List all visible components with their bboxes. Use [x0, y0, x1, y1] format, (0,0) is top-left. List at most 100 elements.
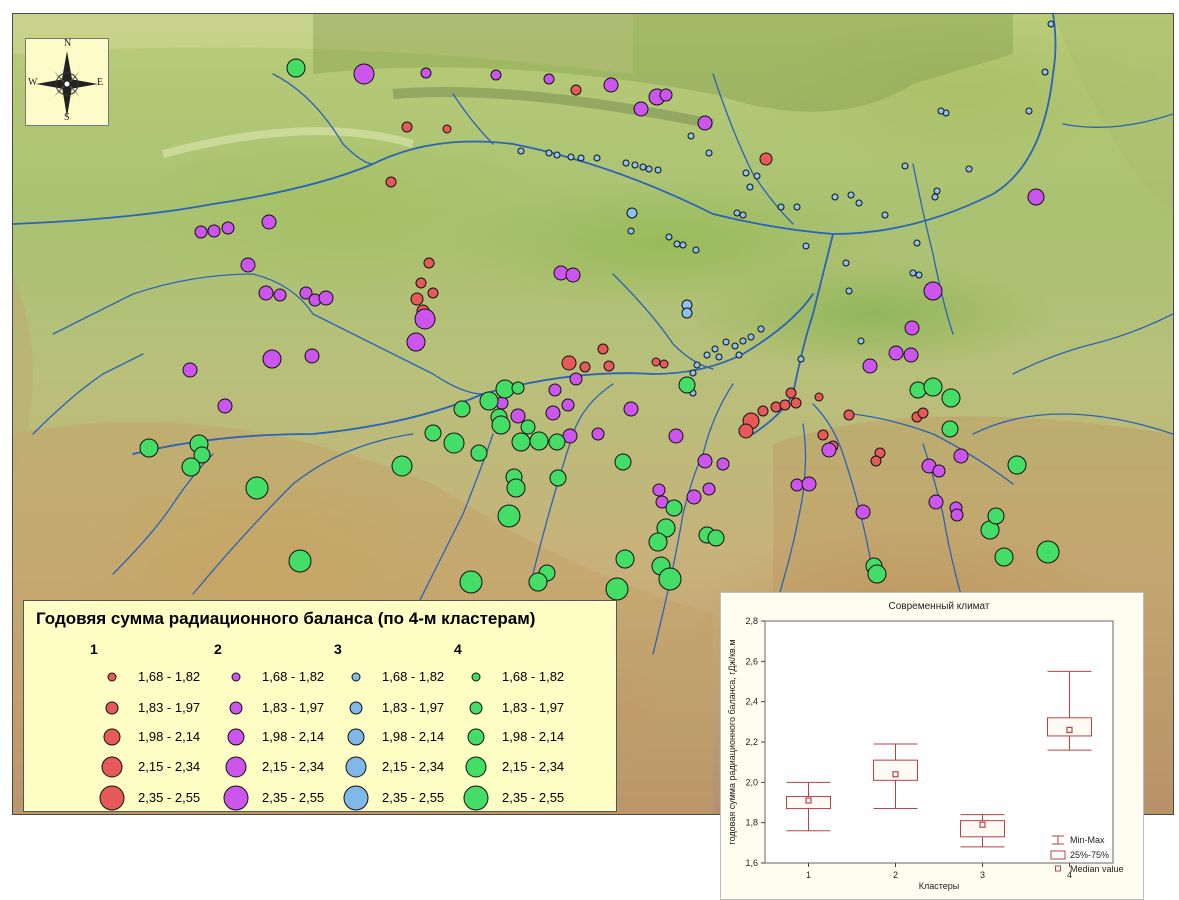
station-marker — [678, 376, 696, 394]
map-legend: Годовяя сумма радиационного баланса (по … — [23, 600, 617, 812]
legend-symbol — [347, 728, 365, 746]
station-marker — [245, 476, 269, 500]
station-marker — [648, 532, 668, 552]
legend-class-label: 1,68 - 1,82 — [502, 669, 565, 684]
station-marker — [423, 257, 435, 269]
station-marker — [194, 225, 208, 239]
station-marker — [739, 337, 747, 345]
station-marker — [528, 572, 548, 592]
station-marker — [615, 549, 635, 569]
station-marker — [923, 281, 943, 301]
y-tick-label: 2,4 — [745, 697, 758, 707]
station-marker — [459, 570, 483, 594]
station-marker — [605, 577, 629, 601]
station-marker — [707, 529, 725, 547]
legend-symbol — [103, 728, 121, 746]
station-marker — [1047, 20, 1055, 28]
boxplot-panel: Современный климат 1,6 1,8 2,0 2,2 2,4 2,6 2,8 г… — [720, 592, 1144, 900]
station-marker — [520, 419, 536, 435]
x-tick-label: 1 — [806, 870, 811, 880]
station-marker — [673, 240, 681, 248]
station-marker — [937, 107, 945, 115]
station-marker — [288, 549, 312, 573]
station-marker — [570, 84, 582, 96]
legend-title: Годовяя сумма радиационного баланса (по … — [36, 609, 536, 628]
station-marker — [747, 333, 755, 341]
station-marker — [262, 349, 282, 369]
station-marker — [693, 361, 701, 369]
station-marker — [785, 387, 797, 399]
legend-symbol — [229, 701, 243, 715]
station-marker — [802, 242, 810, 250]
legend-symbol — [349, 701, 363, 715]
station-marker — [790, 397, 802, 409]
station-marker — [567, 153, 575, 161]
station-marker — [545, 149, 553, 157]
station-marker — [931, 193, 939, 201]
station-marker — [903, 347, 919, 363]
station-marker — [561, 398, 575, 412]
station-marker — [862, 358, 878, 374]
station-marker — [353, 63, 375, 85]
station-marker — [843, 409, 855, 421]
legend-symbol — [469, 701, 483, 715]
y-tick-label: 2,0 — [745, 777, 758, 787]
station-marker — [687, 132, 695, 140]
station-marker — [207, 224, 221, 238]
station-marker — [950, 508, 964, 522]
station-marker — [857, 337, 865, 345]
station-marker — [491, 415, 511, 435]
legend-class-label: 2,15 - 2,34 — [262, 759, 325, 774]
station-marker — [511, 381, 525, 395]
station-marker — [953, 448, 969, 464]
station-marker — [779, 399, 791, 411]
station-marker — [658, 567, 682, 591]
station-marker — [797, 355, 805, 363]
station-marker — [1007, 455, 1027, 475]
station-marker — [470, 444, 488, 462]
station-marker — [304, 348, 320, 364]
station-marker — [543, 73, 555, 85]
legend-symbol — [105, 701, 119, 715]
station-marker — [273, 288, 287, 302]
station-marker — [443, 432, 465, 454]
station-marker — [414, 308, 436, 330]
station-marker — [652, 483, 666, 497]
station-marker — [631, 161, 639, 169]
station-marker — [258, 285, 274, 301]
station-marker — [415, 277, 427, 289]
station-marker — [697, 115, 713, 131]
legend-class-label: 2,15 - 2,34 — [502, 759, 565, 774]
legend-symbol — [223, 785, 249, 811]
station-marker — [391, 455, 413, 477]
station-marker — [511, 432, 531, 452]
station-marker — [901, 162, 909, 170]
station-marker — [738, 423, 754, 439]
station-marker — [506, 478, 526, 498]
station-marker — [645, 165, 653, 173]
legend-symbol — [99, 785, 125, 811]
chart-legend-item: Min-Max — [1070, 835, 1105, 845]
station-marker — [549, 469, 567, 487]
station-marker — [593, 154, 601, 162]
station-marker — [139, 438, 159, 458]
station-marker — [626, 207, 638, 219]
station-marker — [845, 287, 853, 295]
station-marker — [424, 424, 442, 442]
compass-west-label: W — [28, 77, 38, 88]
legend-symbol — [231, 672, 241, 682]
station-marker — [777, 203, 785, 211]
station-marker — [401, 121, 413, 133]
station-marker — [442, 124, 452, 134]
station-marker — [181, 457, 201, 477]
x-tick-label: 2 — [893, 870, 898, 880]
station-marker — [1036, 540, 1060, 564]
station-marker — [731, 342, 739, 350]
y-tick-label: 2,2 — [745, 737, 758, 747]
station-marker — [1025, 107, 1033, 115]
x-tick-label: 3 — [980, 870, 985, 880]
station-marker — [479, 391, 499, 411]
station-marker — [711, 345, 719, 353]
legend-symbol — [465, 756, 487, 778]
station-marker — [182, 362, 198, 378]
